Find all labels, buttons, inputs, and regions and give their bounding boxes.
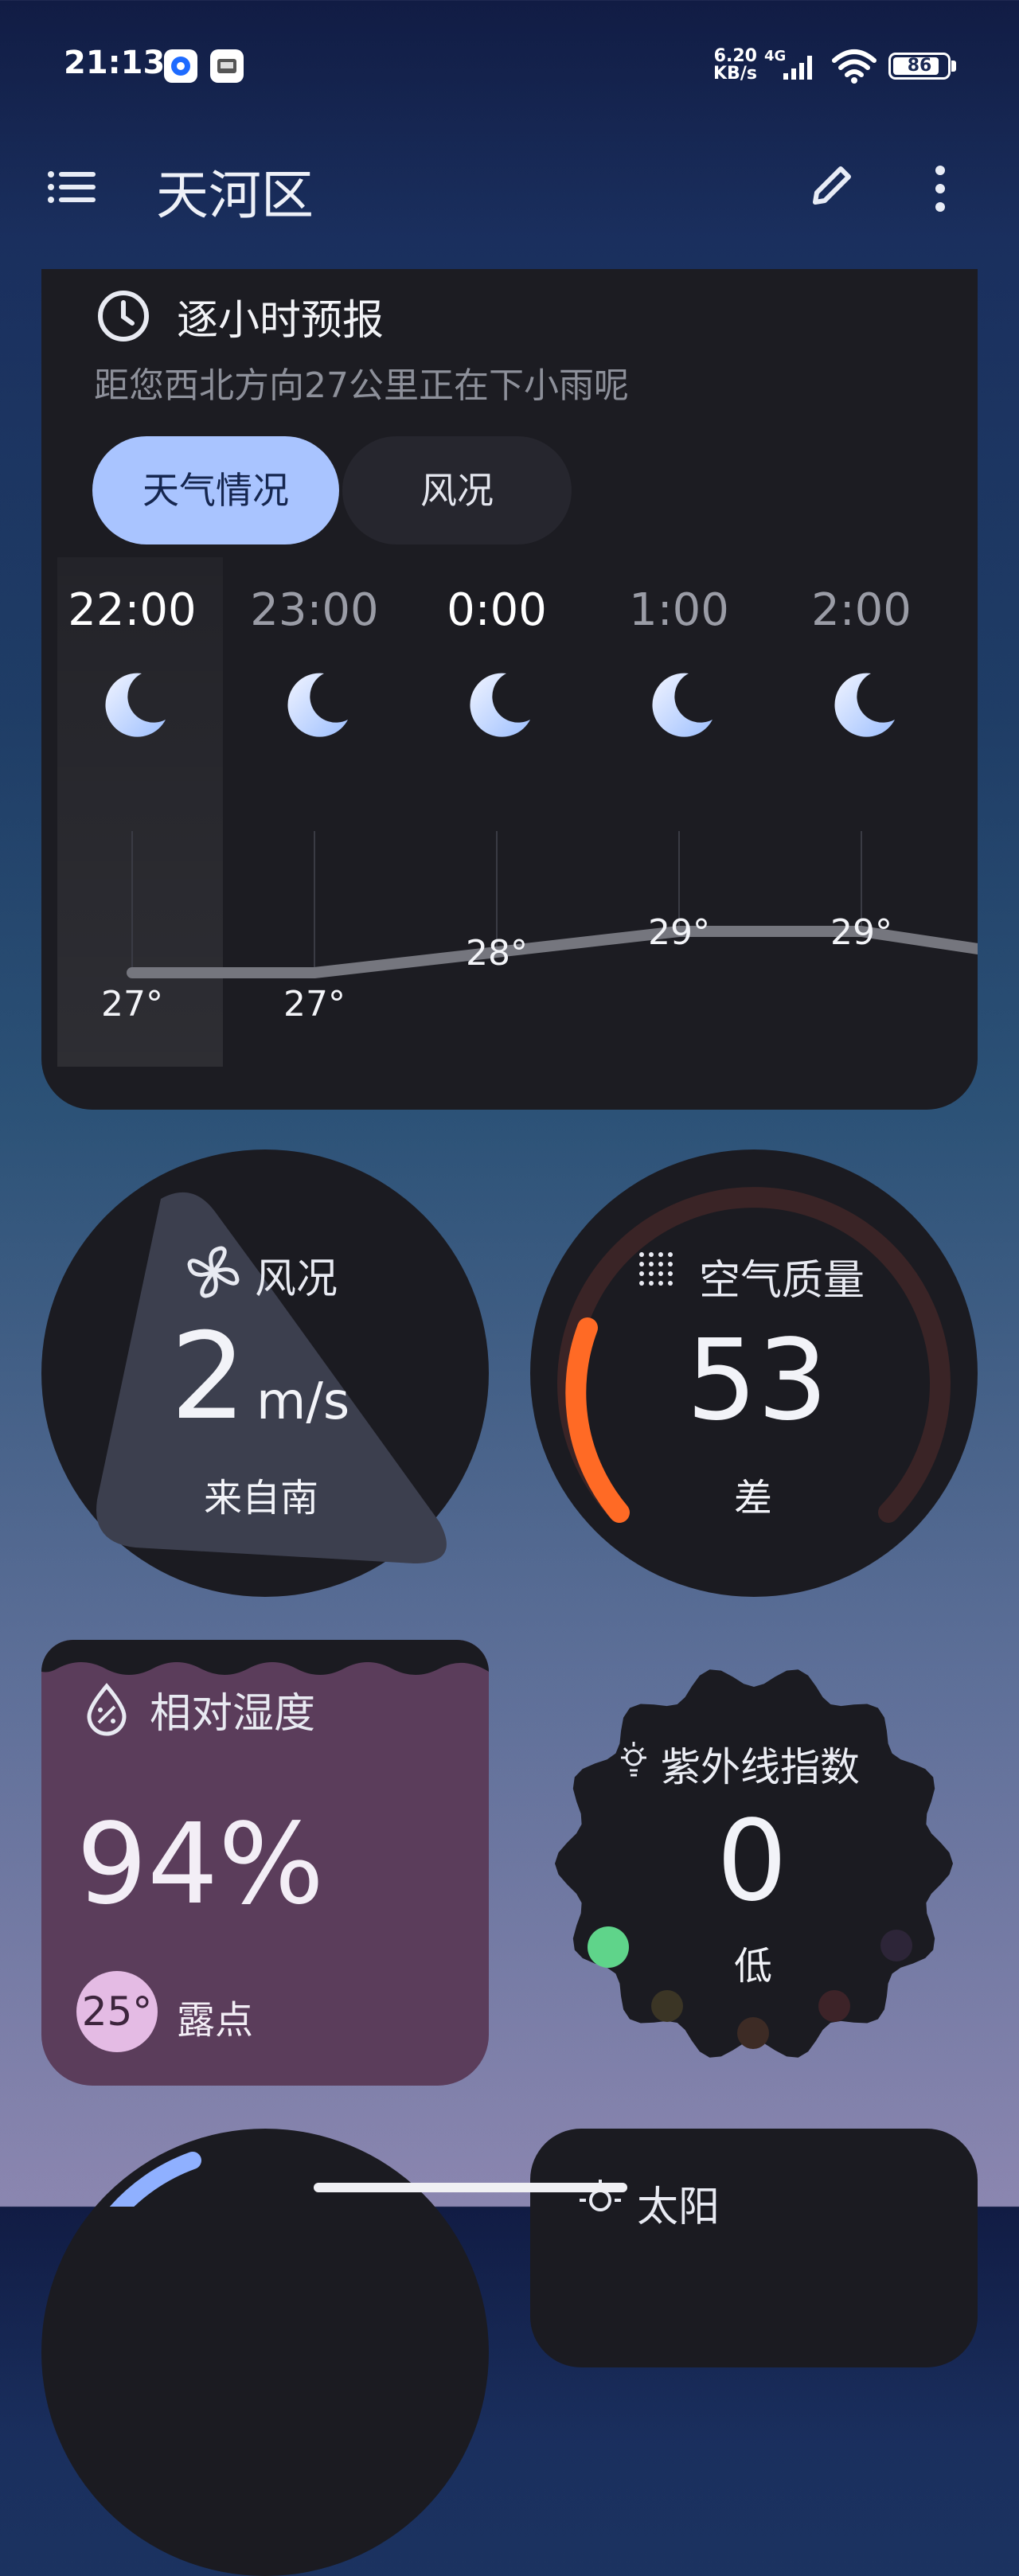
uv-dot-active xyxy=(588,1926,629,1968)
hour-time: 22:00 xyxy=(68,584,197,636)
hour-time: 23:00 xyxy=(250,584,379,636)
humidity-value: 94% xyxy=(76,1800,325,1930)
net-speed: 6.20 KB/s xyxy=(713,48,757,83)
net-speed-unit: KB/s xyxy=(713,64,757,84)
aqi-value: 53 xyxy=(686,1316,829,1446)
app-notification-icon-2 xyxy=(210,49,244,83)
hour-time: 1:00 xyxy=(629,584,729,636)
humidity-icon xyxy=(83,1681,131,1740)
home-indicator[interactable] xyxy=(314,2183,627,2192)
location-title[interactable]: 天河区 xyxy=(156,153,314,229)
status-time: 21:13 xyxy=(64,45,166,81)
uv-level: 低 xyxy=(734,1944,773,1989)
hourly-title: 逐小时预报 xyxy=(177,297,385,345)
clock-icon xyxy=(96,288,151,344)
uv-dot xyxy=(651,1990,683,2022)
sun-label: 太阳 xyxy=(637,2184,720,2231)
wind-unit: m/s xyxy=(256,1372,350,1431)
tab-weather[interactable]: 天气情况 xyxy=(92,436,339,544)
hour-temp: 28° xyxy=(466,933,528,974)
hour-time: 0:00 xyxy=(447,584,547,636)
wind-label: 风况 xyxy=(255,1255,338,1303)
app-notification-icon xyxy=(164,49,197,83)
aqi-label: 空气质量 xyxy=(699,1257,865,1305)
moon-icon xyxy=(830,670,898,742)
humidity-label: 相对湿度 xyxy=(150,1690,316,1738)
moon-icon xyxy=(465,670,533,742)
hour-temp: 27° xyxy=(101,984,163,1025)
aqi-dots-icon xyxy=(634,1247,681,1298)
battery-icon: 86 xyxy=(888,53,951,80)
dew-point-label: 露点 xyxy=(177,1998,254,2043)
hour-temp: 29° xyxy=(830,912,892,953)
moon-icon xyxy=(647,670,716,742)
sun-card xyxy=(530,2129,978,2367)
wind-speed: 2 xyxy=(170,1308,247,1446)
dew-point-value: 25° xyxy=(76,1971,158,2052)
battery-tip xyxy=(951,60,956,72)
uv-dot xyxy=(737,2017,769,2049)
uv-value: 0 xyxy=(716,1797,788,1926)
more-vert-icon[interactable] xyxy=(928,164,952,213)
fan-icon xyxy=(183,1242,244,1306)
wifi-icon xyxy=(831,48,877,88)
moon-icon xyxy=(100,670,169,742)
battery-level: 86 xyxy=(907,56,932,76)
wind-direction: 来自南 xyxy=(204,1476,319,1520)
moon-icon xyxy=(283,670,351,742)
precipitation-alert: 距您西北方向27公里正在下小雨呢 xyxy=(94,365,629,406)
tab-wind[interactable]: 风况 xyxy=(342,436,572,544)
signal-icon xyxy=(782,51,818,84)
edit-icon[interactable] xyxy=(804,161,857,213)
hour-temp: 29° xyxy=(648,912,710,953)
uv-label: 紫外线指数 xyxy=(661,1744,860,1790)
uv-dot xyxy=(818,1990,850,2022)
menu-icon[interactable] xyxy=(46,167,99,207)
uv-icon xyxy=(618,1740,650,1782)
aqi-level: 差 xyxy=(734,1476,773,1520)
partial-gauge xyxy=(109,2152,201,2207)
net-speed-value: 6.20 xyxy=(713,46,757,66)
uv-dot xyxy=(880,1930,912,1961)
hour-temp: 27° xyxy=(283,984,346,1025)
hour-time: 2:00 xyxy=(811,584,912,636)
